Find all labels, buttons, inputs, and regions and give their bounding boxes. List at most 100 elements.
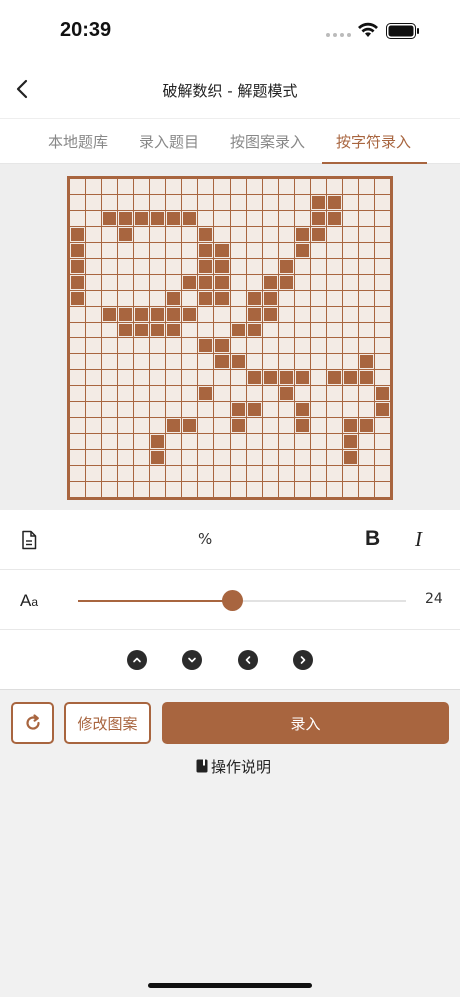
grid-cell[interactable] [86,226,102,242]
grid-cell[interactable] [326,434,342,450]
grid-cell[interactable] [86,434,102,450]
tab-local-library[interactable]: 本地题库 [48,131,108,152]
grid-cell[interactable] [246,434,262,450]
grid-cell[interactable] [310,354,326,370]
grid-cell[interactable] [310,402,326,418]
grid-cell[interactable] [198,354,214,370]
grid-cell[interactable] [134,466,150,482]
grid-cell[interactable] [246,210,262,226]
grid-cell[interactable] [310,194,326,210]
grid-cell[interactable] [294,226,310,242]
grid-cell[interactable] [246,322,262,338]
grid-cell[interactable] [150,338,166,354]
grid-cell[interactable] [102,194,118,210]
reset-button[interactable] [11,702,54,744]
grid-cell[interactable] [246,194,262,210]
grid-cell[interactable] [358,179,374,194]
grid-cell[interactable] [118,194,134,210]
grid-cell[interactable] [198,226,214,242]
grid-cell[interactable] [86,194,102,210]
grid-cell[interactable] [230,466,246,482]
submit-entry-button[interactable]: 录入 [162,702,449,744]
grid-cell[interactable] [278,306,294,322]
grid-cell[interactable] [262,242,278,258]
grid-cell[interactable] [150,179,166,194]
grid-cell[interactable] [358,354,374,370]
grid-cell[interactable] [214,450,230,466]
percent-button[interactable]: % [198,530,212,548]
grid-cell[interactable] [310,466,326,482]
grid-cell[interactable] [134,418,150,434]
grid-cell[interactable] [278,418,294,434]
grid-cell[interactable] [342,290,358,306]
grid-cell[interactable] [70,306,86,322]
grid-cell[interactable] [230,482,246,497]
grid-cell[interactable] [262,434,278,450]
grid-cell[interactable] [118,354,134,370]
grid-cell[interactable] [118,322,134,338]
grid-cell[interactable] [118,418,134,434]
grid-cell[interactable] [214,466,230,482]
grid-cell[interactable] [150,450,166,466]
grid-cell[interactable] [246,179,262,194]
grid-cell[interactable] [214,386,230,402]
grid-cell[interactable] [326,370,342,386]
grid-cell[interactable] [198,434,214,450]
tab-enter-by-character[interactable]: 按字符录入 [336,131,411,152]
grid-cell[interactable] [310,290,326,306]
grid-cell[interactable] [198,210,214,226]
grid-cell[interactable] [166,322,182,338]
grid-cell[interactable] [278,226,294,242]
grid-cell[interactable] [214,322,230,338]
grid-cell[interactable] [278,482,294,497]
grid-cell[interactable] [230,386,246,402]
grid-cell[interactable] [294,434,310,450]
grid-cell[interactable] [134,338,150,354]
grid-cell[interactable] [102,226,118,242]
grid-cell[interactable] [150,226,166,242]
grid-cell[interactable] [342,418,358,434]
grid-cell[interactable] [358,402,374,418]
grid-cell[interactable] [294,370,310,386]
grid-cell[interactable] [294,242,310,258]
grid-cell[interactable] [326,274,342,290]
grid-cell[interactable] [150,482,166,497]
grid-cell[interactable] [86,306,102,322]
grid-cell[interactable] [294,306,310,322]
grid-cell[interactable] [70,258,86,274]
grid-cell[interactable] [182,354,198,370]
grid-cell[interactable] [102,418,118,434]
grid-cell[interactable] [230,450,246,466]
grid-cell[interactable] [150,274,166,290]
grid-cell[interactable] [326,322,342,338]
grid-cell[interactable] [246,402,262,418]
grid-cell[interactable] [134,258,150,274]
grid-cell[interactable] [262,274,278,290]
grid-cell[interactable] [70,210,86,226]
grid-cell[interactable] [182,402,198,418]
grid-cell[interactable] [198,418,214,434]
grid-cell[interactable] [214,226,230,242]
grid-cell[interactable] [134,450,150,466]
grid-cell[interactable] [150,306,166,322]
grid-cell[interactable] [294,386,310,402]
grid-cell[interactable] [134,210,150,226]
grid-cell[interactable] [310,482,326,497]
grid-cell[interactable] [166,370,182,386]
grid-cell[interactable] [326,402,342,418]
grid-cell[interactable] [198,338,214,354]
grid-cell[interactable] [230,179,246,194]
grid-cell[interactable] [134,179,150,194]
grid-cell[interactable] [166,290,182,306]
grid-cell[interactable] [342,210,358,226]
grid-cell[interactable] [102,402,118,418]
grid-cell[interactable] [134,434,150,450]
grid-cell[interactable] [374,322,390,338]
grid-cell[interactable] [278,242,294,258]
grid-cell[interactable] [342,402,358,418]
grid-cell[interactable] [134,226,150,242]
grid-cell[interactable] [262,418,278,434]
grid-cell[interactable] [118,450,134,466]
grid-cell[interactable] [198,274,214,290]
help-link[interactable]: 操作说明 [196,756,271,777]
